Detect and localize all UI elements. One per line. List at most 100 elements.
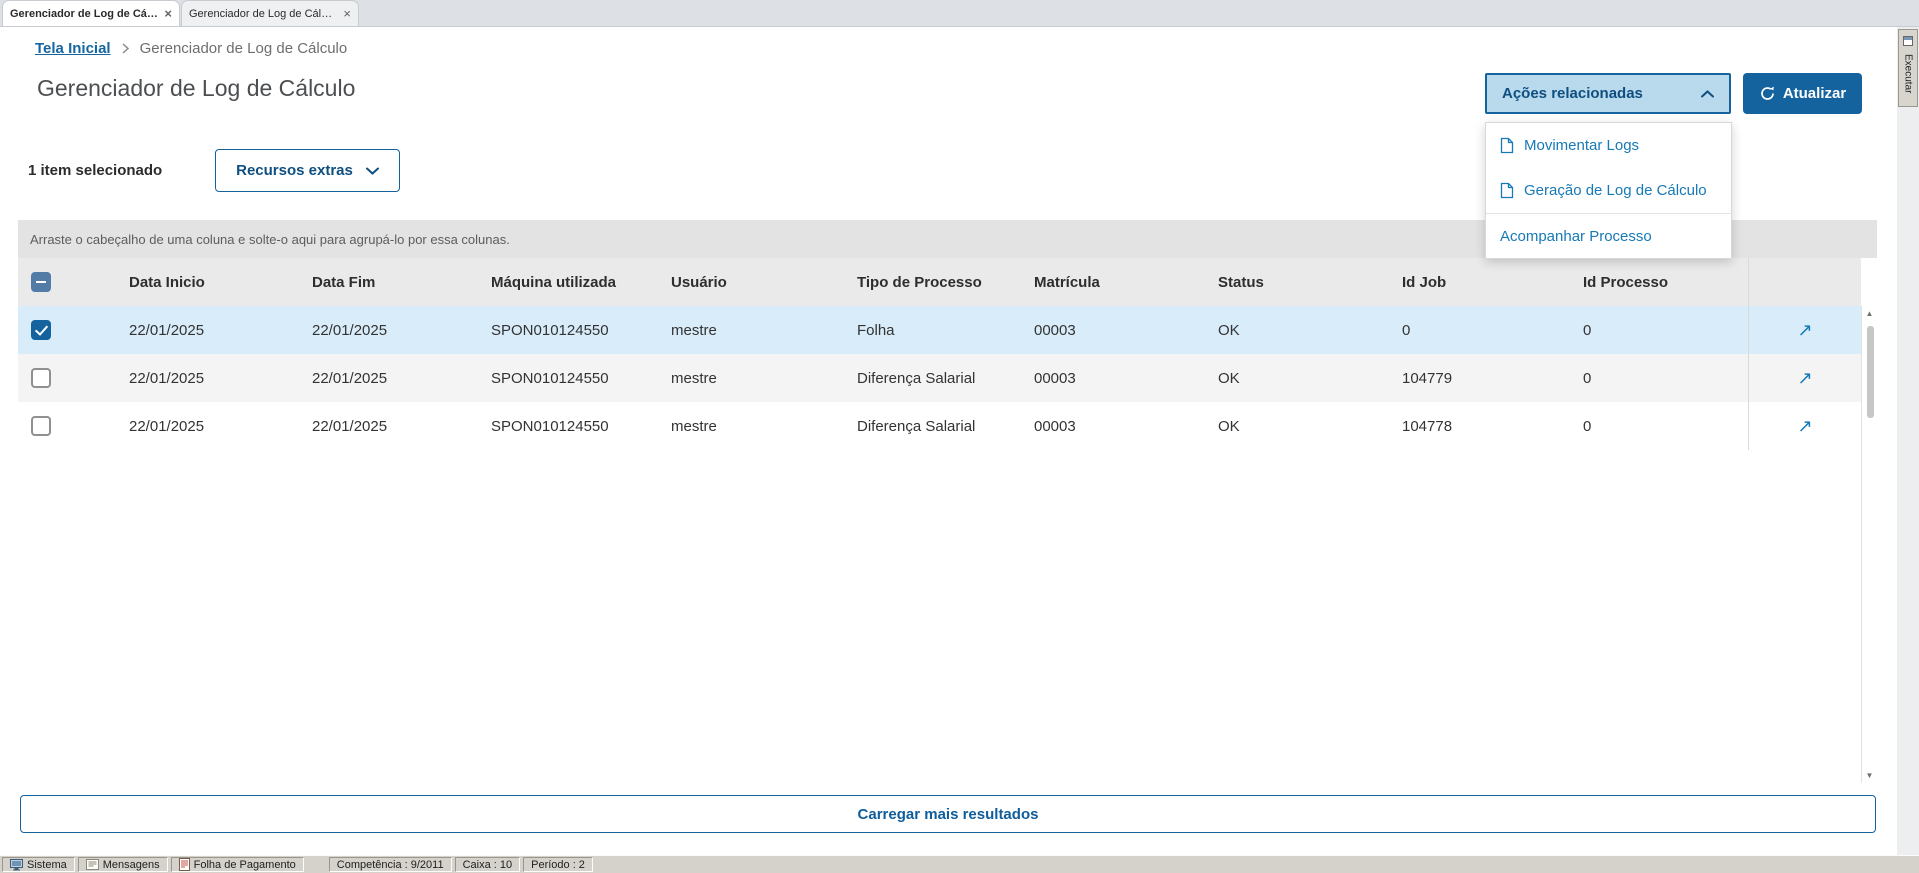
column-header[interactable]: Tipo de Processo [832, 274, 1009, 291]
table-cell: 00003 [1034, 321, 1076, 339]
main-content: Tela Inicial Gerenciador de Log de Cálcu… [0, 27, 1897, 855]
related-actions-button[interactable]: Ações relacionadas [1485, 73, 1731, 114]
status-bar: Sistema Mensagens Folha de Pagamento Compet… [0, 855, 1919, 873]
group-by-hint: Arraste o cabeçalho de uma coluna e solt… [30, 231, 510, 247]
chevron-down-icon [365, 167, 379, 175]
row-action-cell: ↗ [1748, 402, 1861, 450]
related-actions-label: Ações relacionadas [1502, 85, 1643, 102]
load-more-button[interactable]: Carregar mais resultados [20, 795, 1876, 833]
menu-item[interactable]: Acompanhar Processo [1486, 213, 1731, 258]
scroll-down-icon[interactable]: ▼ [1866, 771, 1874, 780]
messages-icon [85, 859, 99, 870]
table-cell: mestre [671, 369, 717, 387]
refresh-icon [1759, 85, 1776, 102]
row-checkbox-cell [18, 416, 104, 436]
load-more-label: Carregar mais resultados [857, 805, 1039, 823]
related-actions-menu: Movimentar Logs Geração de Log de Cálculo… [1485, 122, 1732, 259]
status-item-label: Competência : 9/2011 [336, 858, 444, 871]
tab-close-icon[interactable]: × [164, 7, 172, 20]
table-cell: 00003 [1034, 369, 1076, 387]
table-header-row: Data Inicio Data Fim Máquina utilizada Usuá… [18, 258, 1861, 306]
data-grid: Data Inicio Data Fim Máquina utilizada Usuá… [18, 258, 1861, 450]
status-item: Caixa : 10 [454, 857, 521, 872]
menu-item[interactable]: Geração de Log de Cálculo [1486, 168, 1731, 213]
status-item[interactable]: Sistema [2, 857, 75, 872]
window-tab[interactable]: Gerenciador de Log de Cálculo × [2, 0, 180, 26]
menu-item-label: Acompanhar Processo [1500, 227, 1652, 245]
column-header[interactable]: Data Fim [287, 274, 466, 291]
window-tab-label: Gerenciador de Log de Cálculo [189, 7, 338, 20]
table-row[interactable]: 22/01/2025 22/01/2025 SPON010124550 mestre D… [18, 354, 1861, 402]
open-row-icon[interactable]: ↗ [1797, 320, 1812, 341]
table-cell: 0 [1583, 321, 1592, 339]
table-cell: 104778 [1402, 417, 1453, 435]
table-cell: mestre [671, 417, 717, 435]
scroll-up-icon[interactable]: ▲ [1866, 309, 1874, 318]
table-cell: Diferença Salarial [857, 369, 976, 387]
menu-item-label: Movimentar Logs [1524, 137, 1640, 154]
table-cell: SPON010124550 [491, 369, 609, 387]
header-action-cell [1748, 258, 1861, 306]
page-title: Gerenciador de Log de Cálculo [37, 75, 356, 101]
header-checkbox-cell [18, 272, 104, 292]
table-cell: 22/01/2025 [129, 321, 205, 339]
status-item-label: Período : 2 [531, 858, 585, 871]
status-item-label: Caixa : 10 [462, 858, 513, 871]
column-header[interactable]: Data Inicio [104, 274, 287, 291]
chevron-right-icon [122, 43, 129, 54]
status-item[interactable]: Mensagens [77, 857, 168, 872]
open-row-icon[interactable]: ↗ [1797, 416, 1812, 437]
menu-item-label: Geração de Log de Cálculo [1524, 182, 1707, 199]
column-header[interactable]: Id Job [1377, 274, 1558, 291]
status-item[interactable]: Folha de Pagamento [170, 857, 304, 872]
table-row[interactable]: 22/01/2025 22/01/2025 SPON010124550 mestre D… [18, 402, 1861, 450]
table-cell: Diferença Salarial [857, 417, 976, 435]
table-cell: OK [1218, 369, 1240, 387]
table-cell: OK [1218, 417, 1240, 435]
payroll-icon [178, 858, 190, 871]
table-body: 22/01/2025 22/01/2025 SPON010124550 mestre F… [18, 306, 1861, 450]
table-cell: 0 [1583, 417, 1592, 435]
tab-close-icon[interactable]: × [343, 7, 351, 20]
document-icon [1500, 137, 1514, 154]
row-action-cell: ↗ [1748, 306, 1861, 354]
row-checkbox[interactable] [31, 416, 51, 436]
status-item: Competência : 9/2011 [328, 857, 452, 872]
row-checkbox[interactable] [31, 368, 51, 388]
refresh-button[interactable]: Atualizar [1743, 73, 1862, 114]
system-icon [10, 858, 23, 871]
row-checkbox[interactable] [31, 320, 51, 340]
scrollbar-thumb[interactable] [1867, 326, 1874, 418]
side-panel-strip: Executar [1897, 27, 1919, 855]
extra-resources-button[interactable]: Recursos extras [215, 149, 400, 192]
column-header[interactable]: Status [1193, 274, 1377, 291]
table-cell: mestre [671, 321, 717, 339]
status-item-label: Folha de Pagamento [193, 858, 296, 871]
table-cell: 104779 [1402, 369, 1453, 387]
column-header[interactable]: Matrícula [1009, 274, 1193, 291]
breadcrumb-home-link[interactable]: Tela Inicial [35, 40, 111, 57]
open-row-icon[interactable]: ↗ [1797, 368, 1812, 389]
table-cell: OK [1218, 321, 1240, 339]
table-cell: 22/01/2025 [312, 321, 388, 339]
table-cell: 0 [1402, 321, 1411, 339]
table-cell: SPON010124550 [491, 417, 609, 435]
refresh-label: Atualizar [1782, 85, 1847, 102]
chevron-up-icon [1701, 89, 1714, 98]
column-header[interactable]: Usuário [646, 274, 832, 291]
select-all-checkbox[interactable] [31, 272, 51, 292]
menu-item[interactable]: Movimentar Logs [1486, 123, 1731, 168]
executar-label: Executar [1902, 54, 1914, 94]
document-icon [1500, 182, 1514, 199]
table-scrollbar[interactable]: ▲ ▼ [1861, 306, 1877, 783]
executar-side-tab[interactable]: Executar [1898, 29, 1918, 107]
breadcrumb-current: Gerenciador de Log de Cálculo [139, 40, 348, 57]
column-header[interactable]: Id Processo [1558, 274, 1748, 291]
breadcrumb: Tela Inicial Gerenciador de Log de Cálcu… [35, 40, 347, 57]
table-cell: 22/01/2025 [312, 417, 388, 435]
window-tab[interactable]: Gerenciador de Log de Cálculo × [181, 0, 359, 26]
status-item: Período : 2 [523, 857, 593, 872]
column-header[interactable]: Máquina utilizada [466, 274, 646, 291]
table-row[interactable]: 22/01/2025 22/01/2025 SPON010124550 mestre F… [18, 306, 1861, 354]
window-tabbar: Gerenciador de Log de Cálculo × Gerenciado… [0, 0, 1919, 27]
